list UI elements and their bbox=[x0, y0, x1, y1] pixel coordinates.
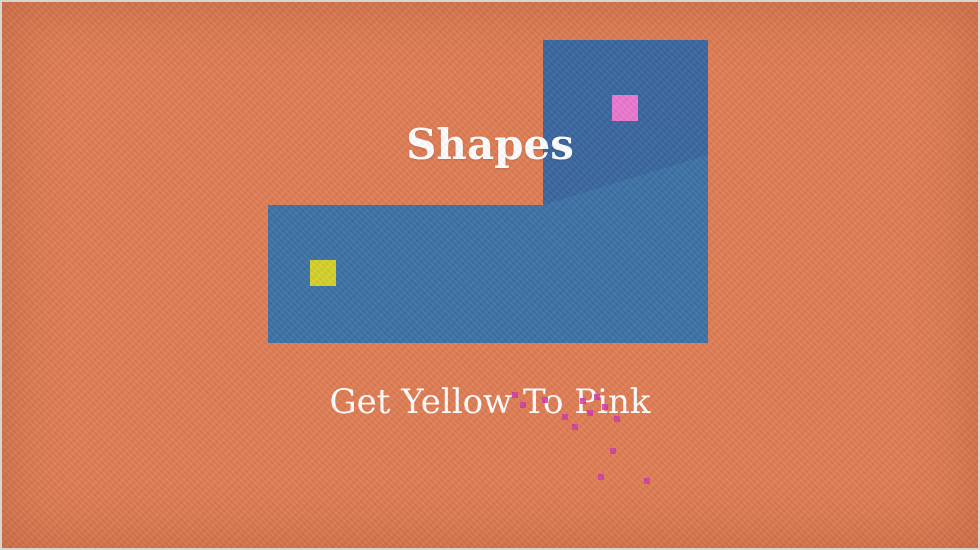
particle bbox=[598, 474, 604, 480]
particle bbox=[520, 402, 526, 408]
pink-goal-square bbox=[612, 95, 638, 121]
particle bbox=[594, 394, 600, 400]
particle bbox=[644, 478, 650, 484]
particle bbox=[562, 414, 568, 420]
particle bbox=[614, 416, 620, 422]
game-instruction: Get Yellow To Pink bbox=[329, 382, 651, 422]
particle bbox=[587, 410, 593, 416]
particle bbox=[580, 398, 586, 404]
particle bbox=[542, 397, 548, 403]
particle bbox=[572, 424, 578, 430]
game-stage[interactable]: Shapes Get Yellow To Pink bbox=[2, 2, 978, 548]
level-shape bbox=[268, 40, 708, 343]
particle bbox=[610, 448, 616, 454]
particle bbox=[602, 404, 608, 410]
game-title: Shapes bbox=[406, 120, 574, 169]
yellow-player-square[interactable] bbox=[310, 260, 336, 286]
particle bbox=[512, 392, 518, 398]
